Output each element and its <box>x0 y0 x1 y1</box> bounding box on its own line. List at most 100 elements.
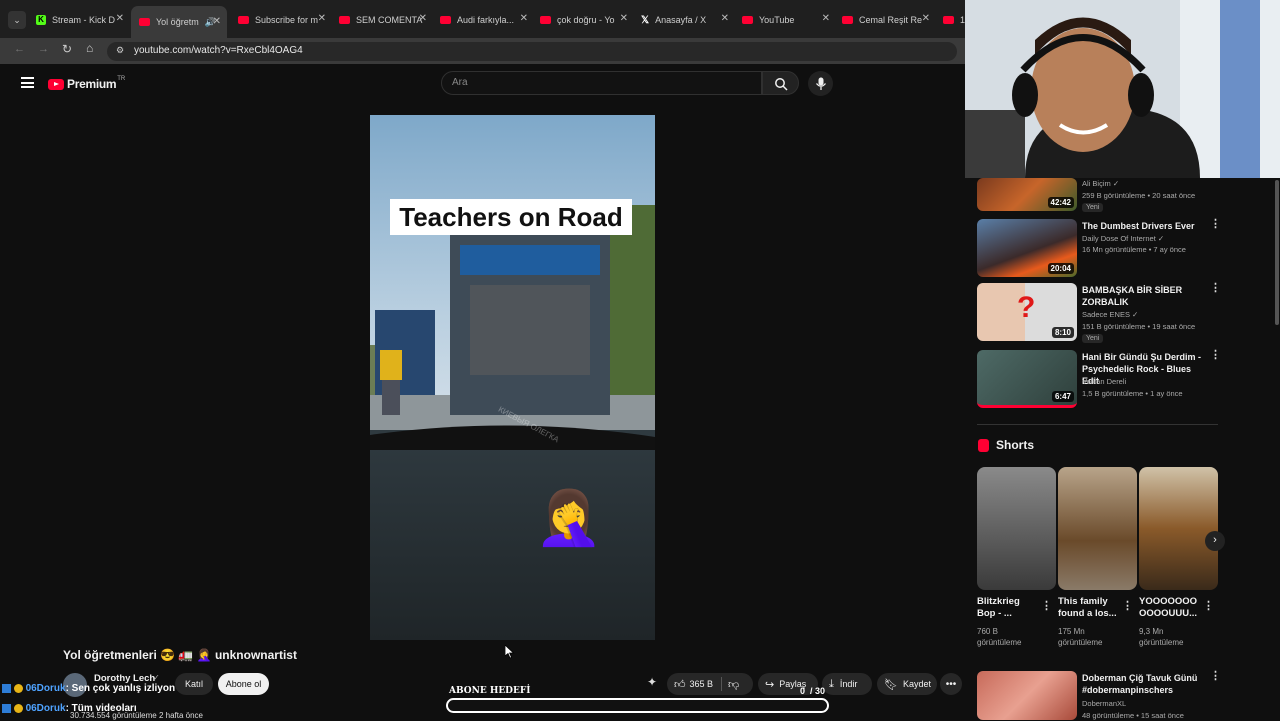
browser-tab[interactable]: 1( <box>943 8 965 32</box>
rec-channel[interactable]: Ali Biçim ✓ <box>1082 178 1119 189</box>
url-text: youtube.com/watch?v=RxeCbl4OAG4 <box>134 45 303 56</box>
dislike-icon[interactable]: 👎︎ <box>728 678 739 691</box>
browser-tab[interactable]: K Stream - Kick D ✕ <box>36 8 124 32</box>
subscribe-button[interactable]: Abone ol <box>218 673 269 695</box>
tab-label: Audi farkıyla... <box>457 15 515 25</box>
tab-label: Cemal Reşit Re <box>859 15 923 25</box>
short-thumbnail[interactable] <box>1139 467 1218 590</box>
more-icon[interactable]: ⋮ <box>1210 283 1221 294</box>
youtube-icon <box>139 18 150 26</box>
browser-tab-active[interactable]: Yol öğretm 🔊 ✕ <box>131 6 227 38</box>
search-button[interactable] <box>762 71 799 95</box>
alert-icon <box>13 683 23 693</box>
browser-tab[interactable]: Subscribe for m ✕ <box>238 8 326 32</box>
save-button[interactable]: 🔖︎ Kaydet <box>877 673 937 695</box>
close-icon[interactable]: ✕ <box>213 16 221 27</box>
menu-icon[interactable] <box>21 77 34 88</box>
more-icon[interactable]: ⋮ <box>1210 350 1221 361</box>
rec-channel[interactable]: Daily Dose Of Internet ✓ <box>1082 233 1164 244</box>
sub-goal-label: ABONE HEDEFİ <box>449 686 531 696</box>
rec-thumbnail[interactable]: 20:04 <box>977 219 1077 277</box>
browser-tab-bar: ⌄ K Stream - Kick D ✕ Yol öğretm 🔊 ✕ Sub… <box>0 0 965 38</box>
duration-badge: 42:42 <box>1047 197 1074 208</box>
download-icon: ⤓ <box>829 677 834 690</box>
short-title[interactable]: This family found a los... <box>1058 596 1120 620</box>
browser-tab[interactable]: YouTube ✕ <box>742 8 830 32</box>
url-field[interactable]: ⚙ youtube.com/watch?v=RxeCbl4OAG4 <box>107 42 957 61</box>
site-info-icon[interactable]: ⚙ <box>116 45 124 56</box>
tab-label: Subscribe for m <box>255 15 319 25</box>
reload-icon[interactable]: ↻ <box>62 42 72 56</box>
more-icon[interactable]: ⋮ <box>1210 219 1221 230</box>
shorts-next-button[interactable]: › <box>1205 531 1225 551</box>
logo-region: TR <box>117 76 126 82</box>
close-icon[interactable]: ✕ <box>620 13 628 24</box>
rec-title[interactable]: Doberman Çiğ Tavuk Günü #dobermanpinsche… <box>1082 672 1207 696</box>
like-icon[interactable]: 👍︎ <box>674 678 686 691</box>
close-icon[interactable]: ✕ <box>520 13 528 24</box>
microphone-icon <box>815 77 826 90</box>
tab-label: SEM COMENTA <box>356 15 423 25</box>
browser-tab[interactable]: çok doğru - Yo ✕ <box>540 8 628 32</box>
browser-tab[interactable]: 𝕏 Anasayfa / X ✕ <box>641 8 729 32</box>
chat-user: 06Doruk <box>25 683 66 694</box>
sub-goal-total: / 30 <box>810 686 826 696</box>
search-input[interactable]: Ara <box>441 71 762 95</box>
close-icon[interactable]: ✕ <box>116 13 124 24</box>
video-player[interactable]: Teachers on Road КИЕВЫЯ ОЛЕГКА 🤦‍♀️ <box>370 115 655 640</box>
scrollbar[interactable] <box>1275 180 1279 325</box>
rec-title[interactable]: BAMBAŞKA BİR SİBER ZORBALIK <box>1082 284 1207 308</box>
close-icon[interactable]: ✕ <box>318 13 326 24</box>
more-icon[interactable]: ⋮ <box>1122 601 1133 612</box>
chat-text: : Sen çok yanlış izliyon <box>65 683 176 694</box>
join-button[interactable]: Katıl <box>175 673 213 695</box>
join-label: Katıl <box>184 679 203 689</box>
divider <box>721 677 723 691</box>
chat-message: 06Doruk: Sen çok yanlış izliyon <box>2 683 175 694</box>
browser-tab[interactable]: Audi farkıyla... ✕ <box>440 8 528 32</box>
rec-thumbnail[interactable]: 42:42 <box>977 178 1077 211</box>
duration-badge: 20:04 <box>1047 263 1074 274</box>
rec-title[interactable]: The Dumbest Drivers Ever <box>1082 220 1207 232</box>
more-icon[interactable]: ⋮ <box>1210 671 1221 682</box>
rec-thumbnail[interactable]: ? 8:10 <box>977 283 1077 341</box>
browser-tab[interactable]: SEM COMENTA ✕ <box>339 8 427 32</box>
like-count[interactable]: 365 B <box>690 679 714 689</box>
short-thumbnail[interactable] <box>1058 467 1137 590</box>
new-badge: Yeni <box>1082 334 1104 343</box>
back-icon[interactable]: ← <box>14 43 25 55</box>
download-button[interactable]: ⤓ İndir <box>822 673 872 695</box>
rec-channel[interactable]: DobermanXL <box>1082 698 1126 709</box>
short-title[interactable]: Blitzkrieg Bop - ... <box>977 596 1039 620</box>
short-title[interactable]: YOOOOOOO OOOOUUU... <box>1139 596 1201 620</box>
close-icon[interactable]: ✕ <box>822 13 830 24</box>
facepalm-emoji: 🤦‍♀️ <box>535 488 603 548</box>
sub-goal-bar <box>446 698 829 713</box>
youtube-logo[interactable]: Premium TR <box>48 76 125 92</box>
rec-thumbnail[interactable] <box>977 671 1077 720</box>
rec-channel[interactable]: Sadece ENES ✓ <box>1082 309 1138 320</box>
tab-list-button[interactable]: ⌄ <box>8 11 26 29</box>
short-thumbnail[interactable] <box>977 467 1056 590</box>
rec-thumbnail[interactable]: 6:47 <box>977 350 1077 408</box>
rec-meta: 151 B görüntüleme • 19 saat önce <box>1082 322 1196 331</box>
more-actions-button[interactable]: ••• <box>940 673 962 695</box>
chat-text: : Tüm videoları <box>65 703 137 714</box>
save-label: Kaydet <box>902 679 931 689</box>
more-icon[interactable]: ⋮ <box>1203 601 1214 612</box>
rec-channel[interactable]: Volkan Dereli <box>1082 376 1126 387</box>
magic-icon[interactable]: ✦ <box>647 675 657 689</box>
home-icon[interactable]: ⌂ <box>86 41 93 55</box>
close-icon[interactable]: ✕ <box>721 13 729 24</box>
more-icon[interactable]: ⋮ <box>1041 601 1052 612</box>
share-button[interactable]: ↪ Paylaş <box>758 673 818 695</box>
close-icon[interactable]: ✕ <box>419 13 427 24</box>
video-title: Yol öğretmenleri 😎 🚛 🤦‍♀️ unknownartist <box>63 648 297 662</box>
browser-tab[interactable]: Cemal Reşit Re ✕ <box>842 8 930 32</box>
forward-icon[interactable]: → <box>38 43 49 55</box>
voice-search-button[interactable] <box>808 71 833 96</box>
close-icon[interactable]: ✕ <box>922 13 930 24</box>
kick-icon: K <box>36 15 46 25</box>
youtube-icon <box>440 16 451 24</box>
divider <box>977 424 1218 425</box>
